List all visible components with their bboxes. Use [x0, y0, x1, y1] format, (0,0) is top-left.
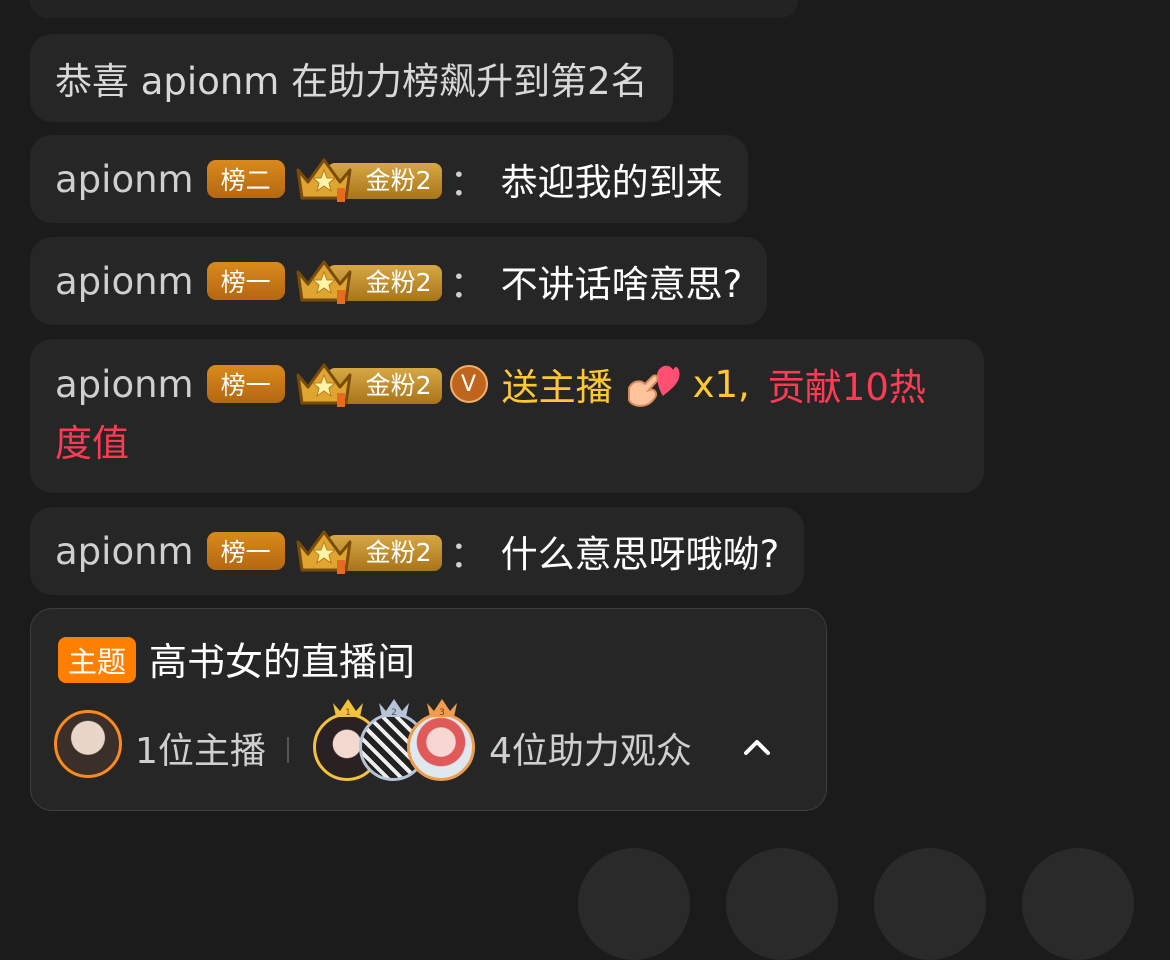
- supporter-avatar[interactable]: [407, 713, 475, 781]
- supporter-count[interactable]: 4位助力观众: [489, 722, 692, 774]
- bottom-action-button[interactable]: [726, 848, 838, 960]
- rank-badge: 榜二: [206, 160, 285, 198]
- fan-badge: 金粉2: [294, 526, 442, 576]
- colon: ：: [449, 263, 487, 306]
- gift-count: x1,: [692, 362, 750, 406]
- rank-number: 2: [391, 708, 397, 718]
- previous-message-edge: [30, 0, 798, 18]
- chat-message[interactable]: apionm 榜二 金粉2 ： 恭迎我的到来: [30, 135, 748, 223]
- chevron-up-icon[interactable]: [741, 731, 773, 763]
- fan-badge: 金粉2: [294, 359, 442, 409]
- message-text: 什么意思呀哦呦?: [500, 533, 780, 576]
- room-theme-card[interactable]: 主题 高书女的直播间 1位主播 1 2 3 4位助力观众: [30, 608, 827, 811]
- rank-number: 3: [439, 708, 445, 718]
- rank-badge: 榜一: [206, 262, 285, 300]
- system-notice: 恭喜 apionm 在助力榜飙升到第2名: [30, 34, 673, 122]
- crown-icon: [296, 158, 352, 202]
- crown-icon: 2: [379, 699, 409, 718]
- colon: ：: [449, 161, 487, 204]
- room-title: 高书女的直播间: [149, 640, 416, 684]
- crown-icon: [296, 260, 352, 304]
- contribution-text-continued: 度值: [55, 422, 129, 465]
- username[interactable]: apionm: [55, 363, 194, 406]
- chat-message[interactable]: apionm 榜一 金粉2 ： 什么意思呀哦呦?: [30, 507, 805, 595]
- fan-badge: 金粉2: [294, 256, 442, 306]
- rank-badge: 榜一: [206, 365, 285, 403]
- username[interactable]: apionm: [55, 260, 194, 303]
- colon: ：: [449, 533, 487, 576]
- system-notice-text: 恭喜 apionm 在助力榜飙升到第2名: [55, 60, 648, 103]
- username[interactable]: apionm: [55, 158, 194, 201]
- divider: [287, 737, 289, 763]
- message-text: 恭迎我的到来: [500, 161, 723, 204]
- host-count[interactable]: 1位主播: [135, 722, 266, 774]
- bottom-action-button[interactable]: [874, 848, 986, 960]
- message-text: 不讲话啥意思?: [500, 263, 743, 306]
- username[interactable]: apionm: [55, 530, 194, 573]
- rank-number: 1: [345, 708, 351, 718]
- host-avatar[interactable]: [54, 710, 122, 778]
- rank-badge: 榜一: [206, 532, 285, 570]
- crown-icon: 1: [333, 699, 363, 718]
- theme-tag: 主题: [58, 637, 136, 683]
- crown-icon: 3: [427, 699, 457, 718]
- vip-badge-icon: V: [449, 365, 488, 403]
- gift-message[interactable]: apionm 榜一 金粉2 V 送主播 x1, 贡献10热 度值: [30, 339, 984, 493]
- crown-icon: [296, 363, 352, 407]
- heart-gift-icon: [627, 365, 680, 407]
- contribution-text: 贡献10热: [767, 366, 926, 409]
- fan-badge: 金粉2: [294, 154, 442, 204]
- crown-icon: [296, 530, 352, 574]
- bottom-action-button[interactable]: [1022, 848, 1134, 960]
- bottom-action-button[interactable]: [578, 848, 690, 960]
- chat-message[interactable]: apionm 榜一 金粉2 ： 不讲话啥意思?: [30, 237, 768, 325]
- gift-action: 送主播: [501, 366, 613, 409]
